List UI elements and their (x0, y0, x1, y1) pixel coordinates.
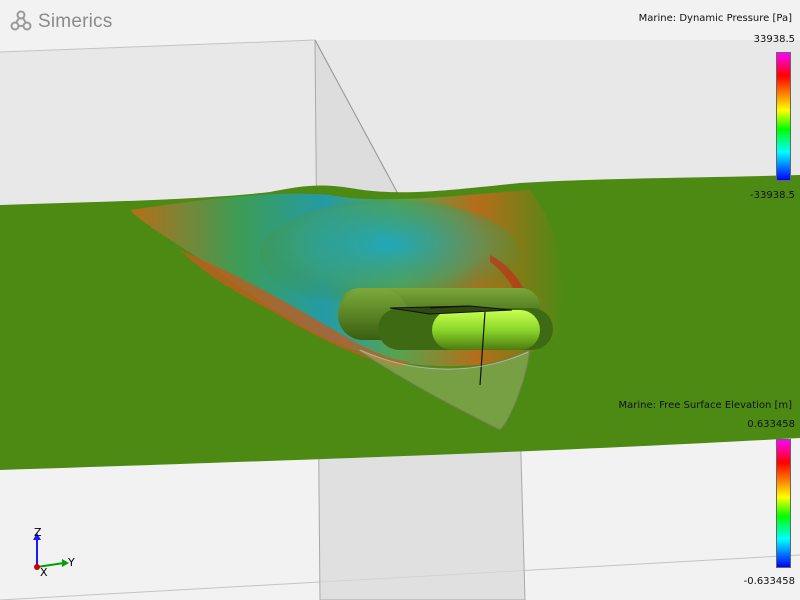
boat-tube-highlight (432, 310, 540, 350)
pressure-legend-min: -33938.5 (750, 190, 795, 201)
elevation-colorbar (776, 439, 791, 568)
cfd-viewport[interactable] (0, 0, 800, 600)
simerics-logo: Simerics (10, 8, 112, 36)
pressure-legend-max: 33938.5 (753, 34, 795, 45)
brand-name: Simerics (38, 11, 113, 32)
elevation-legend-max: 0.633458 (747, 419, 795, 430)
x-axis-label: X (40, 566, 48, 579)
simerics-logo-icon (10, 10, 32, 31)
z-axis-label: Z (34, 526, 42, 539)
pressure-legend-title: Marine: Dynamic Pressure [Pa] (638, 13, 792, 24)
elevation-legend-title: Marine: Free Surface Elevation [m] (618, 400, 792, 411)
pressure-colorbar (776, 52, 791, 181)
y-axis-label: Y (68, 556, 75, 569)
elevation-legend-min: -0.633458 (743, 576, 795, 587)
